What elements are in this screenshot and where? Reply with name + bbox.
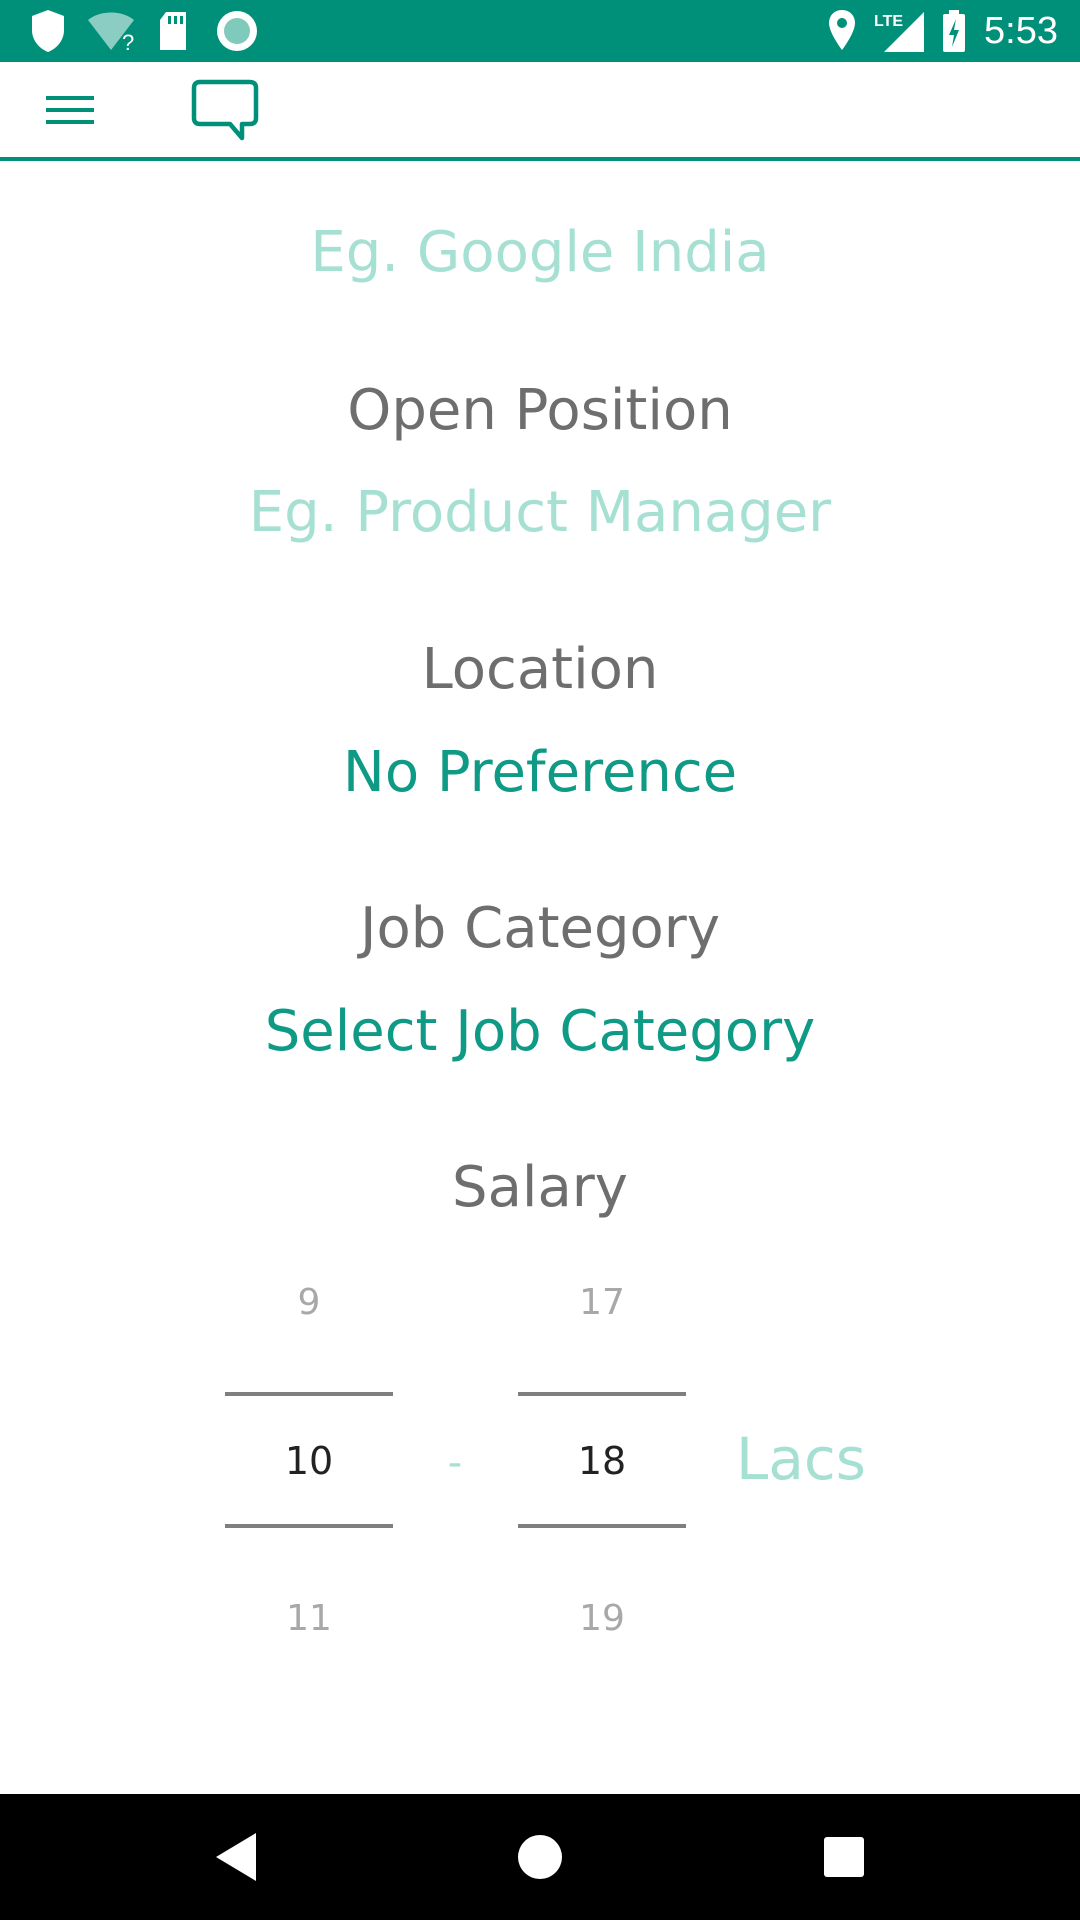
picker-divider	[518, 1524, 686, 1528]
lte-signal-icon: LTE	[874, 12, 924, 52]
navigation-bar	[0, 1794, 1080, 1920]
chat-bubble-icon[interactable]	[190, 78, 260, 144]
open-position-input[interactable]: Eg. Product Manager	[0, 480, 1080, 545]
location-label: Location	[421, 637, 659, 702]
location-select[interactable]: No Preference	[0, 740, 1080, 805]
clock: 5:53	[984, 10, 1058, 52]
open-position-label: Open Position	[347, 378, 733, 443]
shield-icon	[32, 10, 64, 52]
salary-unit: Lacs	[736, 1425, 866, 1493]
salary-range-separator: -	[447, 1440, 463, 1486]
picker-divider	[518, 1392, 686, 1396]
toolbar	[0, 62, 1080, 161]
job-category-label: Job Category	[360, 896, 720, 961]
sd-card-icon	[160, 12, 186, 50]
salary-min-below[interactable]: 11	[225, 1598, 393, 1639]
location-icon	[829, 10, 855, 50]
recents-icon[interactable]	[814, 1827, 874, 1887]
company-input[interactable]: Eg. Google India	[0, 220, 1080, 285]
back-icon[interactable]	[208, 1827, 268, 1887]
picker-divider	[225, 1524, 393, 1528]
home-icon[interactable]	[510, 1827, 570, 1887]
salary-min-above[interactable]: 9	[225, 1282, 393, 1323]
job-category-select[interactable]: Select Job Category	[0, 999, 1080, 1064]
salary-max-selected[interactable]: 18	[518, 1439, 686, 1483]
svg-text:?: ?	[122, 30, 134, 54]
hamburger-menu-icon[interactable]	[40, 88, 100, 132]
salary-max-above[interactable]: 17	[518, 1282, 686, 1323]
salary-max-below[interactable]: 19	[518, 1598, 686, 1639]
picker-divider	[225, 1392, 393, 1396]
svg-text:LTE: LTE	[874, 13, 903, 30]
salary-label: Salary	[452, 1155, 628, 1220]
status-bar: ? LTE 5:53	[0, 0, 1080, 62]
record-icon	[217, 11, 257, 51]
wifi-unknown-icon: ?	[88, 12, 134, 54]
salary-min-selected[interactable]: 10	[225, 1439, 393, 1483]
battery-charging-icon	[943, 10, 965, 52]
